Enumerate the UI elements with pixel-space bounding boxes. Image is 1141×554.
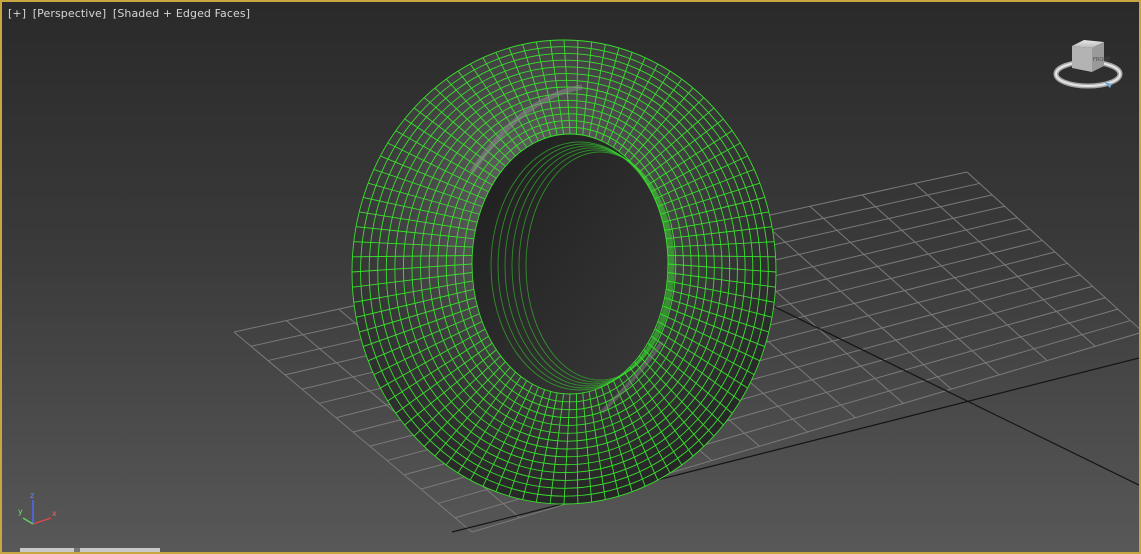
grid-line xyxy=(757,217,952,390)
axis-tripod: z y x xyxy=(18,491,57,525)
tire-model[interactable] xyxy=(351,39,777,505)
axis-y-line xyxy=(22,517,34,525)
axis-y-label: y xyxy=(18,507,23,516)
viewport-bottom-strip xyxy=(20,548,160,552)
viewcube-face-label: FRONT xyxy=(1093,57,1111,63)
axis-x-line xyxy=(32,517,52,525)
grid-line xyxy=(809,205,1000,376)
grid-line xyxy=(914,183,1096,347)
perspective-viewport[interactable]: [+] [Perspective] [Shaded + Edged Faces] xyxy=(0,0,1141,554)
axis-x-label: x xyxy=(52,509,57,518)
viewcube-left-face[interactable] xyxy=(1072,46,1092,72)
scene-canvas[interactable]: FRONT z y x xyxy=(2,2,1141,554)
axis-z-label: z xyxy=(30,491,34,500)
viewcube-icon[interactable]: FRONT xyxy=(1053,40,1123,89)
